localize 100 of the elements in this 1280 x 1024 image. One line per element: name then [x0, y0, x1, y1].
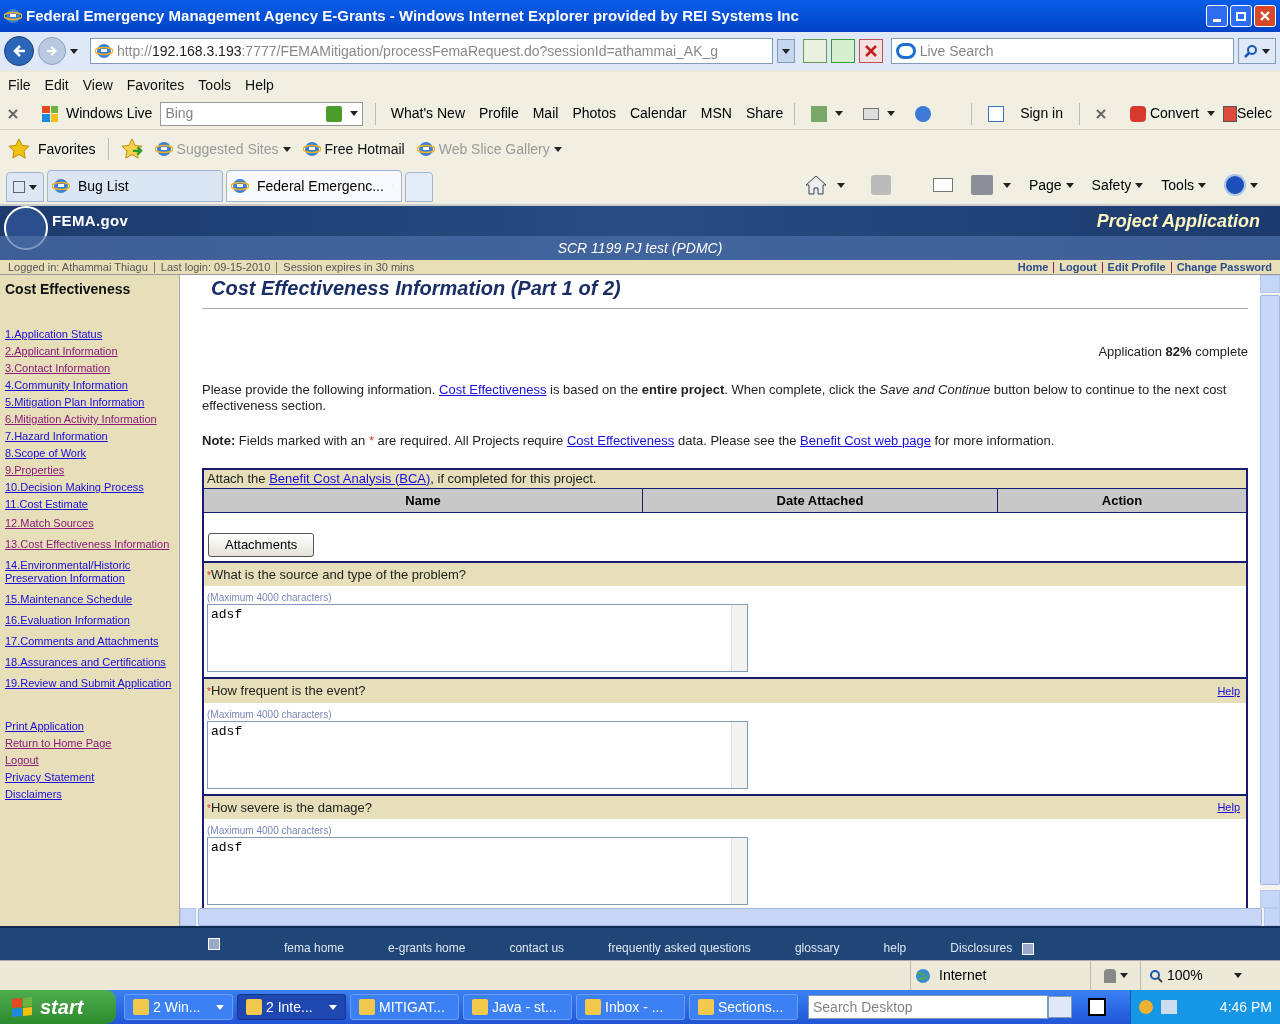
convert-button[interactable]: Convert: [1149, 103, 1199, 124]
window-icon[interactable]: [863, 107, 880, 120]
caret-icon[interactable]: [1206, 111, 1215, 116]
stop-button[interactable]: [858, 39, 883, 63]
caret-icon[interactable]: [1119, 973, 1128, 978]
close-icon[interactable]: [1095, 108, 1106, 119]
menu-item[interactable]: View: [82, 74, 113, 96]
sidebar-link[interactable]: 15.Maintenance Schedule: [5, 589, 174, 610]
vertical-scrollbar[interactable]: [1260, 275, 1280, 908]
sidebar-link[interactable]: 11.Cost Estimate: [5, 496, 174, 513]
sidebar-link[interactable]: 8.Scope of Work: [5, 445, 174, 462]
menu-item[interactable]: File: [8, 74, 31, 96]
toolbar-link[interactable]: What's New: [390, 103, 465, 124]
magnifier-icon[interactable]: [1149, 968, 1163, 983]
bing-search-box[interactable]: Bing: [160, 101, 363, 126]
bing-search-field[interactable]: Bing: [165, 103, 326, 124]
textarea-scrollbar[interactable]: [731, 838, 747, 904]
sidebar-link[interactable]: Privacy Statement: [5, 769, 174, 786]
caret-icon[interactable]: [836, 182, 845, 188]
sidebar-link[interactable]: 10.Decision Making Process: [5, 479, 174, 496]
command-button[interactable]: Tools: [1161, 174, 1206, 196]
back-arrow-icon[interactable]: [11, 44, 26, 58]
select-button[interactable]: Selec: [1236, 103, 1272, 124]
sidebar-link[interactable]: Print Application: [5, 718, 174, 735]
menu-item[interactable]: Edit: [44, 74, 69, 96]
textarea-scrollbar[interactable]: [731, 605, 747, 671]
caret-icon[interactable]: [887, 111, 896, 116]
toolbar-brand[interactable]: Windows Live: [66, 103, 153, 124]
sidebar-link[interactable]: 12.Match Sources: [5, 513, 174, 534]
menu-item[interactable]: Favorites: [126, 74, 185, 96]
toolbar-link[interactable]: MSN: [700, 103, 732, 124]
caret-icon[interactable]: [1262, 48, 1271, 54]
header-link[interactable]: Edit Profile: [1101, 261, 1166, 273]
caret-icon[interactable]: [1065, 182, 1074, 188]
taskbar-button[interactable]: Inbox - ...: [576, 994, 685, 1020]
sign-in-link[interactable]: Sign in: [1020, 103, 1063, 124]
help-link[interactable]: Help: [1217, 682, 1240, 699]
sidebar-link[interactable]: 7.Hazard Information: [5, 428, 174, 445]
home-icon[interactable]: [804, 175, 827, 195]
caret-icon[interactable]: [1198, 182, 1206, 188]
command-button[interactable]: Safety: [1091, 174, 1144, 196]
browser-tab[interactable]: Federal Emergenc...: [226, 170, 402, 202]
close-icon[interactable]: [8, 108, 18, 119]
sidebar-link[interactable]: Logout: [5, 752, 174, 769]
toolbar-link[interactable]: Calendar: [629, 103, 687, 124]
textarea-scrollbar[interactable]: [731, 721, 747, 788]
sidebar-link[interactable]: 2.Applicant Information: [5, 343, 174, 360]
minimize-button[interactable]: [1206, 5, 1228, 27]
search-button[interactable]: [1238, 38, 1276, 64]
stop-icon[interactable]: [864, 45, 877, 57]
mail-icon[interactable]: [932, 178, 953, 192]
help-button[interactable]: [1224, 174, 1258, 196]
search-field[interactable]: Live Search: [919, 40, 1230, 62]
site-logo[interactable]: FEMA.gov: [52, 210, 129, 233]
dropdown-button[interactable]: [776, 39, 795, 63]
menu-item[interactable]: Help: [245, 74, 274, 96]
taskbar-button[interactable]: Java - st...: [463, 994, 572, 1020]
caret-icon[interactable]: [29, 184, 37, 190]
toolbar-link[interactable]: Mail: [532, 103, 559, 124]
attachments-button[interactable]: Attachments: [208, 533, 315, 557]
sidebar-link[interactable]: 16.Evaluation Information: [5, 610, 174, 631]
sidebar-link[interactable]: Disclaimers: [5, 786, 174, 803]
sidebar-link[interactable]: 19.Review and Submit Application: [5, 673, 174, 694]
sidebar-link[interactable]: 17.Comments and Attachments: [5, 631, 174, 652]
sidebar-link[interactable]: 6.Mitigation Activity Information: [5, 411, 174, 428]
taskbar-button[interactable]: MITIGAT...: [350, 994, 459, 1020]
star-icon[interactable]: [8, 138, 30, 160]
header-link[interactable]: Logout: [1053, 261, 1097, 273]
caret-icon[interactable]: [349, 111, 358, 116]
address-field[interactable]: http://192.168.3.193:7777/FEMAMitigation/processFemaRequest.do?sessionId=athammai_AK_g: [89, 38, 773, 64]
caret-icon[interactable]: [1250, 182, 1258, 188]
start-button[interactable]: start: [0, 990, 116, 1024]
checkbox-icon[interactable]: [988, 105, 1005, 122]
caret-icon[interactable]: [69, 48, 78, 54]
sidebar-link[interactable]: 18.Assurances and Certifications: [5, 652, 174, 673]
add-favorite-icon[interactable]: [120, 138, 143, 160]
taskbar-button[interactable]: 2 Win...: [124, 994, 233, 1020]
menu-item[interactable]: Tools: [198, 74, 232, 96]
sidebar-link[interactable]: 9.Properties: [5, 462, 174, 479]
text-link[interactable]: Benefit Cost web page: [800, 432, 931, 448]
help-link[interactable]: Help: [1217, 799, 1240, 816]
sidebar-link[interactable]: Return to Home Page: [5, 735, 174, 752]
search-box[interactable]: Live Search: [890, 38, 1235, 64]
close-button[interactable]: [1254, 5, 1276, 27]
caret-icon[interactable]: [329, 1004, 337, 1010]
sidebar-link[interactable]: 4.Community Information: [5, 377, 174, 394]
sidebar-link[interactable]: 1.Application Status: [5, 326, 174, 343]
quick-tabs-button[interactable]: [6, 172, 44, 202]
back-button[interactable]: [4, 36, 34, 66]
text-link[interactable]: Cost Effectiveness: [566, 432, 675, 448]
restore-button[interactable]: [1230, 5, 1252, 27]
favorites-link[interactable]: Free Hotmail: [302, 138, 405, 160]
toolbar-link[interactable]: Share: [745, 103, 784, 124]
sidebar-link[interactable]: 3.Contact Information: [5, 360, 174, 377]
horizontal-scrollbar[interactable]: [180, 908, 1280, 926]
sidebar-link[interactable]: 13.Cost Effectiveness Information: [5, 534, 174, 555]
command-button[interactable]: Page: [1028, 174, 1074, 196]
caret-icon[interactable]: [1135, 182, 1144, 188]
caret-icon[interactable]: [1002, 182, 1011, 188]
header-link[interactable]: Home: [1017, 261, 1049, 273]
